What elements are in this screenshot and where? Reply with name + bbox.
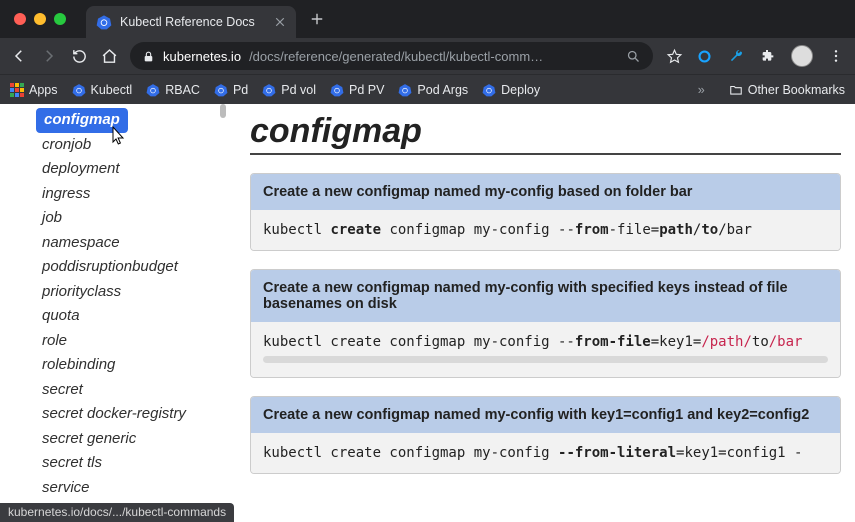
status-bar: kubernetes.io/docs/.../kubectl-commands — [0, 503, 234, 522]
sidebar-item-secret-docker-registry[interactable]: secret docker-registry — [0, 402, 228, 427]
forward-button[interactable] — [40, 47, 58, 65]
sidebar-item-quota[interactable]: quota — [0, 304, 228, 329]
apps-icon — [10, 83, 24, 97]
example-code[interactable]: kubectl create configmap my-config --fro… — [251, 433, 840, 473]
profile-avatar[interactable] — [791, 45, 813, 67]
apps-label: Apps — [29, 83, 58, 97]
example-title: Create a new configmap named my-config w… — [251, 397, 840, 433]
kubernetes-icon — [482, 83, 496, 97]
kubernetes-icon — [214, 83, 228, 97]
example-code[interactable]: kubectl create configmap my-config --fro… — [251, 322, 840, 377]
bookmark-deploy[interactable]: Deploy — [482, 83, 540, 97]
kubernetes-icon — [72, 83, 86, 97]
extension-ring-icon[interactable] — [695, 47, 713, 65]
kubernetes-icon — [146, 83, 160, 97]
nav-toolbar: kubernetes.io/docs/reference/generated/k… — [0, 38, 855, 74]
reload-button[interactable] — [70, 47, 88, 65]
main-panel: configmap Create a new configmap named m… — [228, 104, 855, 522]
sidebar-item-secret-generic[interactable]: secret generic — [0, 427, 228, 452]
address-bar[interactable]: kubernetes.io/docs/reference/generated/k… — [130, 42, 653, 70]
browser-window: Kubectl Reference Docs kubernetes.io/doc… — [0, 0, 855, 522]
sidebar-scrollbar[interactable] — [220, 104, 226, 522]
other-bookmarks-label: Other Bookmarks — [748, 83, 845, 97]
close-tab-icon[interactable] — [274, 16, 286, 28]
bookmarks-bar: Apps Kubectl RBAC Pd Pd vol Pd PV Pod Args Dep… — [0, 74, 855, 104]
search-icon[interactable] — [626, 49, 641, 64]
sidebar-item-configmap[interactable]: configmap — [36, 108, 128, 133]
example-title: Create a new configmap named my-config b… — [251, 174, 840, 210]
sidebar-item-rolebinding[interactable]: rolebinding — [0, 353, 228, 378]
sidebar-item-cronjob[interactable]: cronjob — [0, 133, 228, 158]
status-text: kubernetes.io/docs/.../kubectl-commands — [8, 505, 226, 519]
code-example: Create a new configmap named my-config w… — [250, 396, 841, 474]
apps-button[interactable]: Apps — [10, 83, 58, 97]
kubernetes-icon — [330, 83, 344, 97]
bookmark-label: Pd — [233, 83, 248, 97]
example-title: Create a new configmap named my-config w… — [251, 270, 840, 322]
bookmarks-overflow-icon[interactable]: » — [698, 83, 705, 97]
page-content: configmapcronjobdeploymentingressjobname… — [0, 104, 855, 522]
other-bookmarks-button[interactable]: Other Bookmarks — [729, 83, 845, 97]
bookmark-label: Deploy — [501, 83, 540, 97]
bookmark-label: Pod Args — [417, 83, 468, 97]
sidebar-item-deployment[interactable]: deployment — [0, 157, 228, 182]
bookmark-pd[interactable]: Pd — [214, 83, 248, 97]
titlebar: Kubectl Reference Docs — [0, 0, 855, 38]
browser-tab[interactable]: Kubectl Reference Docs — [86, 6, 296, 38]
sidebar-item-priorityclass[interactable]: priorityclass — [0, 280, 228, 305]
sidebar-item-role[interactable]: role — [0, 329, 228, 354]
bookmark-label: Pd PV — [349, 83, 384, 97]
new-tab-button[interactable] — [310, 12, 324, 26]
kubernetes-icon — [398, 83, 412, 97]
sidebar-item-ingress[interactable]: ingress — [0, 182, 228, 207]
code-example: Create a new configmap named my-config w… — [250, 269, 841, 378]
lock-icon — [142, 50, 155, 63]
menu-icon[interactable] — [827, 47, 845, 65]
home-button[interactable] — [100, 47, 118, 65]
kubernetes-icon — [262, 83, 276, 97]
code-example: Create a new configmap named my-config b… — [250, 173, 841, 251]
window-controls — [14, 13, 66, 25]
example-code[interactable]: kubectl create configmap my-config --fro… — [251, 210, 840, 250]
wrench-icon[interactable] — [727, 47, 745, 65]
sidebar-item-service[interactable]: service — [0, 476, 228, 501]
url-path: /docs/reference/generated/kubectl/kubect… — [249, 49, 543, 64]
bookmark-pd-pv[interactable]: Pd PV — [330, 83, 384, 97]
folder-icon — [729, 83, 743, 97]
sidebar-item-poddisruptionbudget[interactable]: poddisruptionbudget — [0, 255, 228, 280]
star-icon[interactable] — [665, 47, 683, 65]
kubernetes-icon — [96, 14, 112, 30]
extensions-icon[interactable] — [759, 47, 777, 65]
url-host: kubernetes.io — [163, 49, 241, 64]
sidebar-item-secret-tls[interactable]: secret tls — [0, 451, 228, 476]
sidebar-item-namespace[interactable]: namespace — [0, 231, 228, 256]
sidebar: configmapcronjobdeploymentingressjobname… — [0, 104, 228, 522]
bookmark-label: Pd vol — [281, 83, 316, 97]
bookmark-rbac[interactable]: RBAC — [146, 83, 200, 97]
sidebar-item-job[interactable]: job — [0, 206, 228, 231]
bookmark-pd-vol[interactable]: Pd vol — [262, 83, 316, 97]
minimize-window-button[interactable] — [34, 13, 46, 25]
sidebar-item-secret[interactable]: secret — [0, 378, 228, 403]
close-window-button[interactable] — [14, 13, 26, 25]
maximize-window-button[interactable] — [54, 13, 66, 25]
bookmark-kubectl[interactable]: Kubectl — [72, 83, 133, 97]
page-title: configmap — [250, 112, 841, 155]
bookmark-label: RBAC — [165, 83, 200, 97]
tab-title: Kubectl Reference Docs — [120, 15, 255, 29]
horizontal-scrollbar[interactable] — [263, 356, 828, 363]
bookmark-pod-args[interactable]: Pod Args — [398, 83, 468, 97]
bookmark-label: Kubectl — [91, 83, 133, 97]
back-button[interactable] — [10, 47, 28, 65]
